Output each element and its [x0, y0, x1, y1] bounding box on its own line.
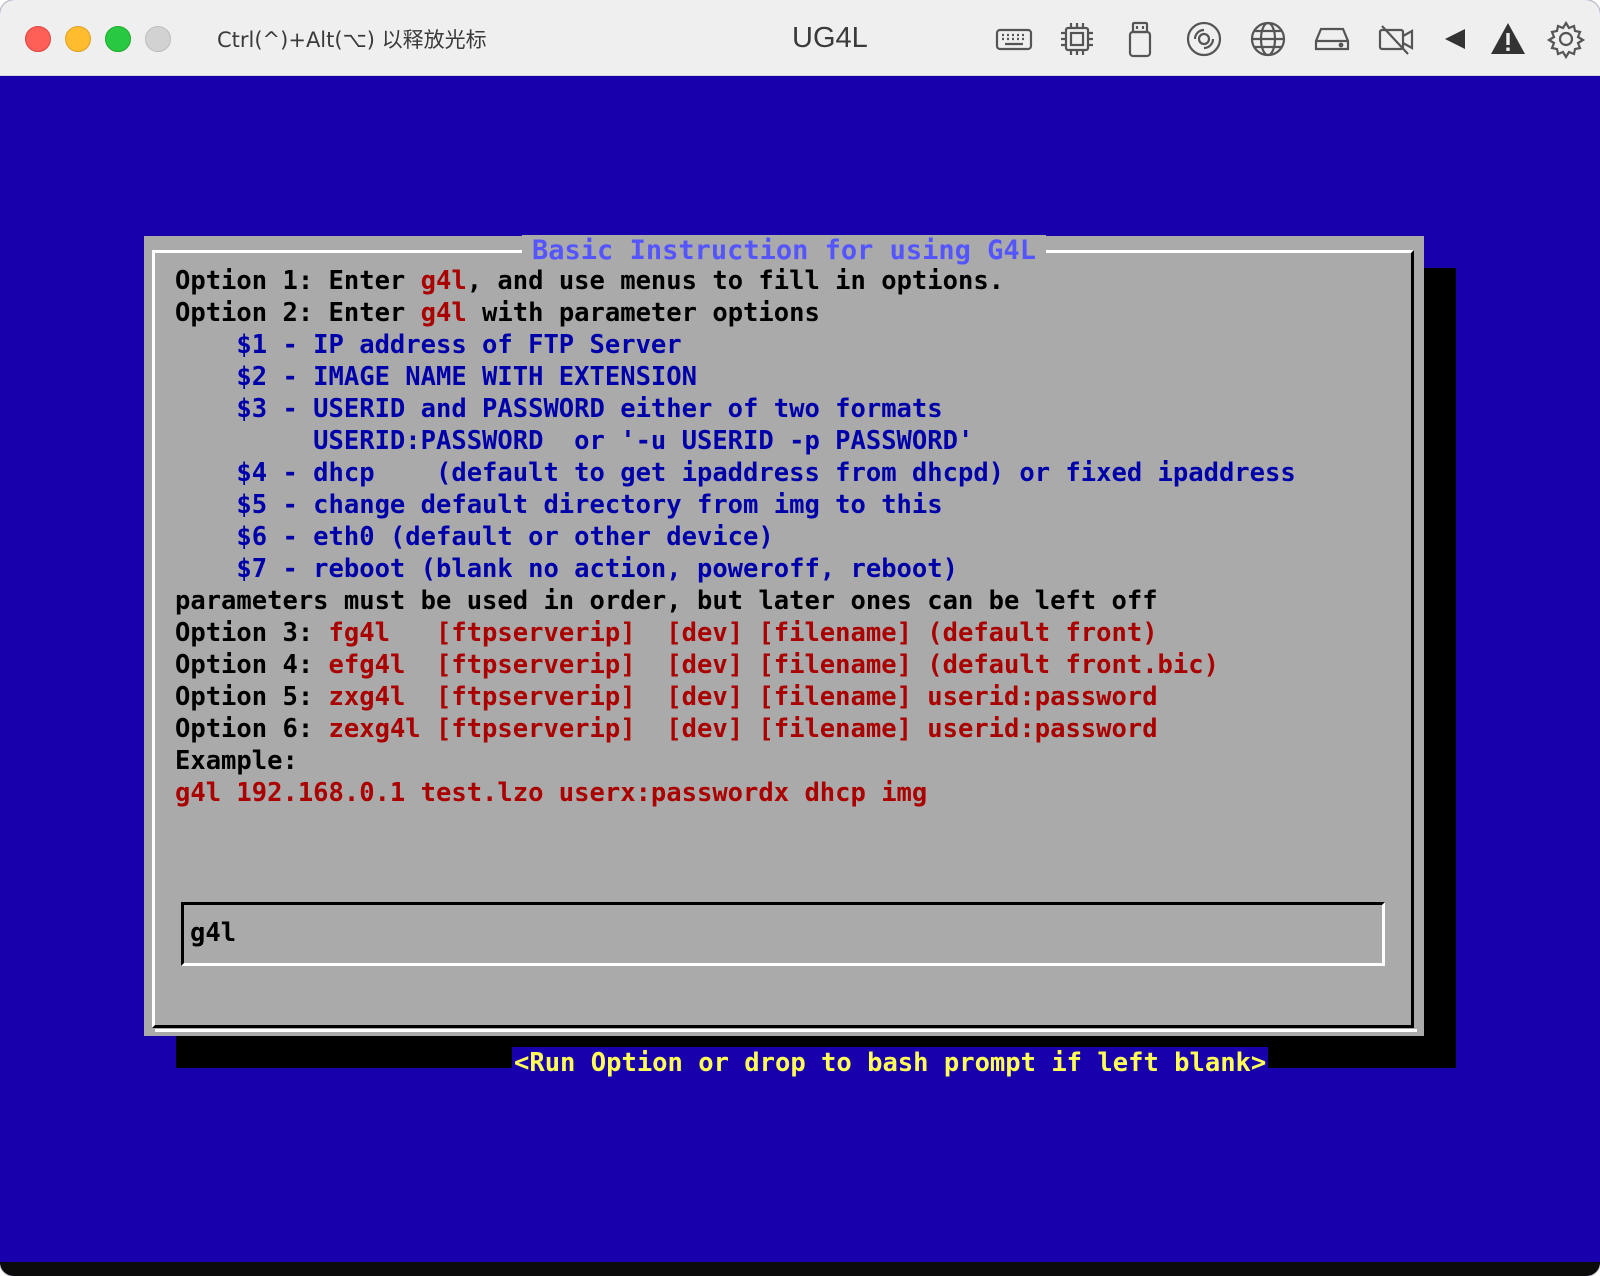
instruction-segment: efg4l [ftpserverip] [dev] [filename] (de…: [328, 650, 1219, 680]
window-title: UG4L: [792, 22, 868, 54]
hard-drive-icon[interactable]: [1312, 19, 1352, 59]
instruction-line: Option 4: efg4l [ftpserverip] [dev] [fil…: [175, 649, 1405, 681]
instruction-segment: Option 1: Enter: [175, 266, 421, 296]
window-bottom-edge: [0, 1262, 1600, 1276]
title-bar: Ctrl(^)+Alt(⌥) 以释放光标 UG4L: [0, 0, 1600, 76]
dialog-title-text: Basic Instruction for using G4L: [522, 235, 1046, 266]
instruction-segment: $2 - IMAGE NAME WITH EXTENSION: [175, 362, 697, 392]
instruction-segment: g4l 192.168.0.1 test.lzo userx:passwordx…: [175, 778, 928, 808]
instruction-line: g4l 192.168.0.1 test.lzo userx:passwordx…: [175, 777, 1405, 809]
instruction-segment: zexg4l [ftpserverip] [dev] [filename] us…: [328, 714, 1158, 744]
instruction-segment: $7 - reboot (blank no action, poweroff, …: [175, 554, 958, 584]
instruction-segment: zxg4l [ftpserverip] [dev] [filename] use…: [328, 682, 1158, 712]
instruction-line: Option 2: Enter g4l with parameter optio…: [175, 297, 1405, 329]
instruction-line: Option 1: Enter g4l, and use menus to fi…: [175, 265, 1405, 297]
instruction-line: $6 - eth0 (default or other device): [175, 521, 1405, 553]
zoom-button[interactable]: [105, 26, 131, 52]
audio-icon[interactable]: [1434, 19, 1474, 59]
cpu-icon[interactable]: [1057, 19, 1097, 59]
instruction-segment: USERID:PASSWORD or '-u USERID -p PASSWOR…: [175, 426, 974, 456]
dialog-divider: [155, 1029, 1417, 1032]
instruction-line: Option 3: fg4l [ftpserverip] [dev] [file…: [175, 617, 1405, 649]
instruction-segment: Option 6:: [175, 714, 329, 744]
dialog-title: Basic Instruction for using G4L: [144, 235, 1424, 267]
instruction-segment: $3 - USERID and PASSWORD either of two f…: [175, 394, 943, 424]
instruction-line: $1 - IP address of FTP Server: [175, 329, 1405, 361]
instruction-dialog: Basic Instruction for using G4L Option 1…: [144, 235, 1424, 1079]
instruction-line: $3 - USERID and PASSWORD either of two f…: [175, 393, 1405, 425]
warning-icon[interactable]: [1488, 19, 1528, 59]
instruction-segment: Option 4:: [175, 650, 329, 680]
instruction-segment: parameters must be used in order, but la…: [175, 586, 1158, 616]
instruction-line: $2 - IMAGE NAME WITH EXTENSION: [175, 361, 1405, 393]
instruction-line: Option 6: zexg4l [ftpserverip] [dev] [fi…: [175, 713, 1405, 745]
instruction-segment: $5 - change default directory from img t…: [175, 490, 943, 520]
keyboard-icon[interactable]: [994, 19, 1034, 59]
close-button[interactable]: [25, 26, 51, 52]
cursor-release-hint: Ctrl(^)+Alt(⌥) 以释放光标: [217, 28, 487, 52]
instruction-segment: Option 5:: [175, 682, 329, 712]
instruction-segment: with parameter options: [466, 298, 820, 328]
instruction-segment: fg4l [ftpserverip] [dev] [filename] (def…: [328, 618, 1158, 648]
run-option-button[interactable]: <Run Option or drop to bash prompt if le…: [512, 1047, 1269, 1079]
instruction-segment: Option 2: Enter: [175, 298, 421, 328]
network-globe-icon[interactable]: [1248, 19, 1288, 59]
disc-icon[interactable]: [1184, 19, 1224, 59]
disabled-window-button: [145, 26, 171, 52]
instruction-segment: Example:: [175, 746, 298, 776]
instruction-text: Option 1: Enter g4l, and use menus to fi…: [175, 265, 1405, 809]
gear-icon[interactable]: [1546, 19, 1586, 59]
instruction-line: $4 - dhcp (default to get ipaddress from…: [175, 457, 1405, 489]
camera-off-icon[interactable]: [1376, 19, 1416, 59]
instruction-line: $5 - change default directory from img t…: [175, 489, 1405, 521]
instruction-line: Option 5: zxg4l [ftpserverip] [dev] [fil…: [175, 681, 1405, 713]
instruction-line: Example:: [175, 745, 1405, 777]
instruction-line: parameters must be used in order, but la…: [175, 585, 1405, 617]
vm-console[interactable]: Basic Instruction for using G4L Option 1…: [0, 76, 1600, 1262]
usb-drive-icon[interactable]: [1120, 19, 1160, 59]
instruction-line: USERID:PASSWORD or '-u USERID -p PASSWOR…: [175, 425, 1405, 457]
instruction-segment: $6 - eth0 (default or other device): [175, 522, 774, 552]
command-input[interactable]: g4l: [181, 902, 1385, 966]
instruction-line: $7 - reboot (blank no action, poweroff, …: [175, 553, 1405, 585]
instruction-segment: g4l: [420, 266, 467, 296]
minimize-button[interactable]: [65, 26, 91, 52]
instruction-segment: $4 - dhcp (default to get ipaddress from…: [175, 458, 1296, 488]
instruction-segment: g4l: [420, 298, 467, 328]
instruction-segment: , and use menus to fill in options.: [466, 266, 1005, 296]
vm-window: Ctrl(^)+Alt(⌥) 以释放光标 UG4L Basic Instruct…: [0, 0, 1600, 1276]
instruction-segment: Option 3:: [175, 618, 329, 648]
instruction-segment: $1 - IP address of FTP Server: [175, 330, 682, 360]
